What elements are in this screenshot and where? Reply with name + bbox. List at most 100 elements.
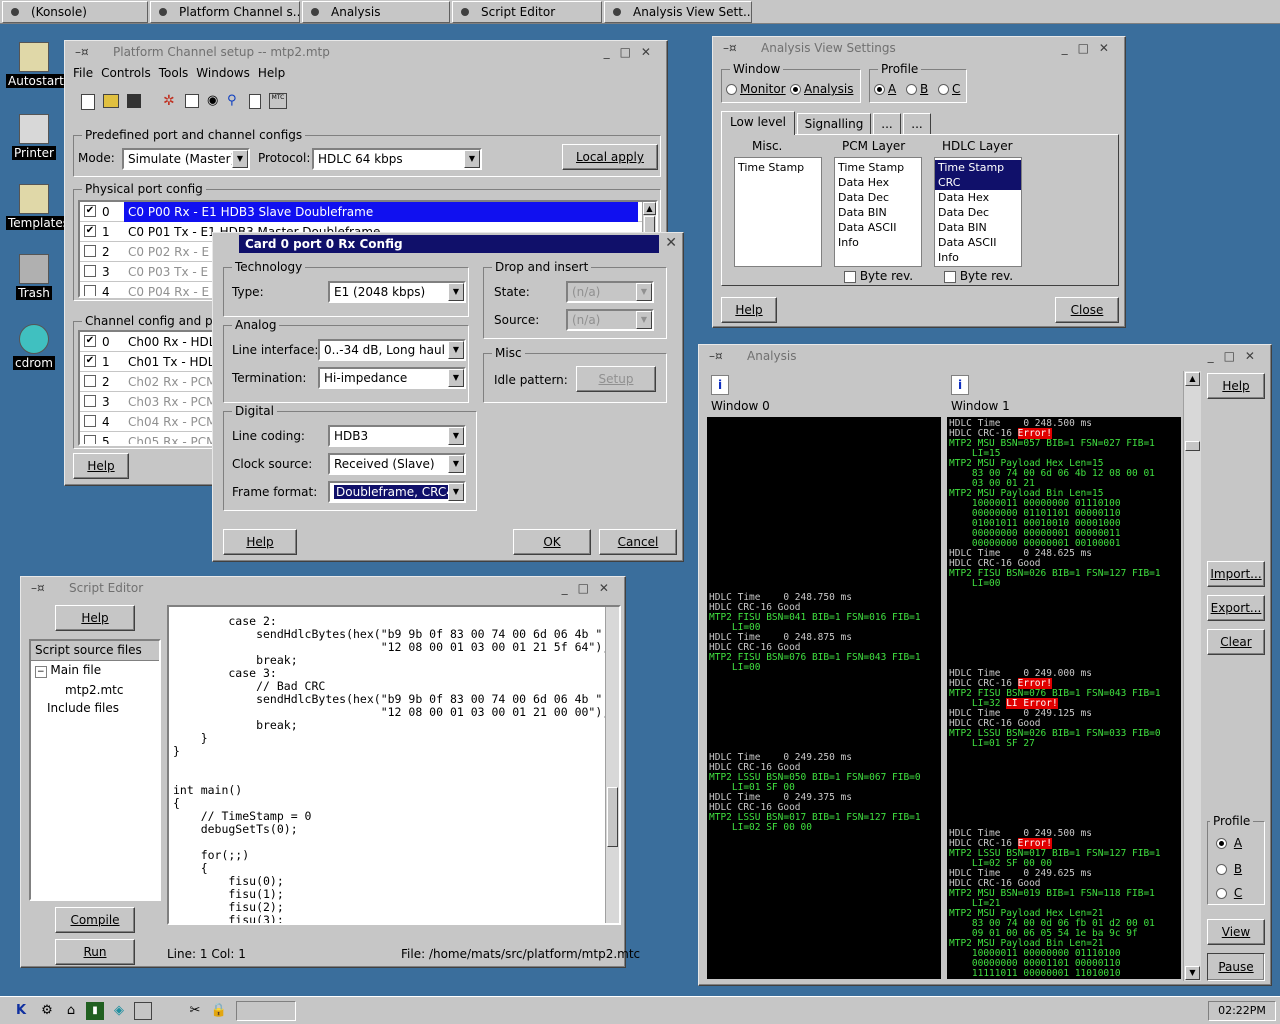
profile-b-radio[interactable]: B <box>1216 862 1242 876</box>
pin-icon[interactable]: –¤ <box>31 577 45 599</box>
setup-button[interactable]: Setup <box>576 366 656 392</box>
frame-format-select[interactable]: Doubleframe, CRC4 ▼ <box>328 481 466 503</box>
desktop-icon-templates[interactable]: Templates <box>6 184 72 230</box>
tab-low-level[interactable]: Low level <box>721 111 795 135</box>
pin-icon[interactable]: –¤ <box>723 37 737 59</box>
view-button[interactable]: View <box>1207 919 1265 945</box>
checkbox-icon[interactable] <box>84 265 96 277</box>
list-item[interactable]: Data Dec <box>838 190 918 205</box>
export-button[interactable]: Export... <box>1207 595 1265 621</box>
line-interface-select[interactable]: 0..-34 dB, Long haul ▼ <box>318 339 466 361</box>
task-view-settings[interactable]: Analysis View Sett... <box>604 1 752 23</box>
mode-select[interactable]: Simulate (Master) ▼ <box>122 148 250 170</box>
window-titlebar[interactable]: –¤ Script Editor _□✕ <box>21 577 625 599</box>
desktop-icon-trash[interactable]: Trash <box>6 254 62 300</box>
pager[interactable] <box>236 1001 296 1021</box>
list-item[interactable]: Data BIN <box>838 205 918 220</box>
list-item[interactable]: Info <box>838 235 918 250</box>
task-konsole[interactable]: (Konsole) <box>2 1 148 23</box>
hdlc-list[interactable]: Time Stamp CRC Data Hex Data Dec Data BIN Dat… <box>934 157 1022 267</box>
line-coding-select[interactable]: HDB3 ▼ <box>328 425 466 447</box>
info-icon[interactable]: i <box>951 375 969 395</box>
window-titlebar[interactable]: –¤ Platform Channel setup -- mtp2.mtp _□✕ <box>65 41 667 63</box>
clock-source-select[interactable]: Received (Slave) ▼ <box>328 453 466 475</box>
profile-b-radio[interactable]: B <box>906 82 928 96</box>
checkbox-icon[interactable]: ✔ <box>84 225 96 237</box>
pin-icon[interactable]: –¤ <box>75 41 89 63</box>
checkbox-icon[interactable] <box>84 395 96 407</box>
checkbox-icon[interactable]: ✔ <box>84 205 96 217</box>
help-button[interactable]: Help <box>1207 373 1265 399</box>
hdlc-byte-rev-checkbox[interactable]: Byte rev. <box>944 269 1013 283</box>
list-item[interactable]: Data Hex <box>938 190 1018 205</box>
kde-menu-icon[interactable]: K <box>12 1002 30 1020</box>
list-item[interactable]: Data ASCII <box>838 220 918 235</box>
pcm-list[interactable]: Time Stamp Data Hex Data Dec Data BIN Data A… <box>834 157 922 267</box>
code-editor[interactable]: case 2: sendHdlcBytes(hex("b9 9b 0f 83 0… <box>167 605 621 925</box>
list-item[interactable]: Time Stamp <box>838 160 918 175</box>
bug-icon[interactable]: ✲ <box>163 94 177 108</box>
help-button[interactable]: Help <box>55 605 135 631</box>
scissors-icon[interactable]: ✂ <box>186 1002 204 1020</box>
list-item[interactable]: Data Hex <box>838 175 918 190</box>
document-icon[interactable] <box>249 94 261 109</box>
checkbox-icon[interactable] <box>84 285 96 296</box>
terminal-icon[interactable]: ▮ <box>86 1002 104 1020</box>
import-button[interactable]: Import... <box>1207 561 1265 587</box>
list-item[interactable]: Time Stamp <box>935 160 1021 175</box>
window-titlebar[interactable]: –¤ Analysis _□✕ <box>699 345 1271 367</box>
local-apply-button[interactable]: Local apply <box>562 144 658 170</box>
clear-button[interactable]: Clear <box>1207 629 1265 655</box>
new-file-icon[interactable] <box>81 94 95 110</box>
menu-controls[interactable]: Controls <box>101 66 151 80</box>
scroll-up-icon[interactable]: ▲ <box>643 202 656 215</box>
mtc-icon[interactable]: MTC <box>269 93 287 109</box>
close-button[interactable]: Close <box>1055 297 1119 323</box>
task-analysis[interactable]: Analysis <box>302 1 450 23</box>
scroll-up-icon[interactable]: ▲ <box>1185 372 1200 386</box>
profile-c-radio[interactable]: C <box>1216 886 1242 900</box>
window0-trace[interactable]: HDLC Time 0 248.750 ms HDLC CRC-16 Good MT… <box>707 417 941 979</box>
tree-item-mtp2[interactable]: mtp2.mtc <box>35 681 159 699</box>
window-controls[interactable]: _□✕ <box>1062 37 1119 59</box>
list-item[interactable]: Data BIN <box>938 220 1018 235</box>
list-item[interactable]: Data Dec <box>938 205 1018 220</box>
run-button[interactable]: Run <box>55 939 135 965</box>
menu-tools[interactable]: Tools <box>159 66 189 80</box>
type-select[interactable]: E1 (2048 kbps) ▼ <box>328 281 466 303</box>
checkbox-icon[interactable] <box>84 375 96 387</box>
open-folder-icon[interactable] <box>103 94 119 108</box>
pause-button[interactable]: Pause <box>1207 953 1265 981</box>
dialog-titlebar[interactable]: Card 0 port 0 Rx Config <box>239 235 659 253</box>
tab-more-1[interactable]: ... <box>873 113 901 135</box>
list-item[interactable]: CRC <box>935 175 1021 190</box>
close-icon[interactable]: ✕ <box>665 235 677 251</box>
misc-list[interactable]: Time Stamp <box>734 157 822 267</box>
checkbox-icon[interactable] <box>84 415 96 427</box>
menu-file[interactable]: File <box>73 66 93 80</box>
menu-windows[interactable]: Windows <box>196 66 250 80</box>
list-item[interactable]: Data ASCII <box>938 235 1018 250</box>
help-button[interactable]: Help <box>721 297 777 323</box>
trace-scrollbar[interactable]: ▲ ▼ <box>1183 371 1201 981</box>
code-vscrollbar[interactable] <box>605 607 619 923</box>
info-icon[interactable]: i <box>711 375 729 395</box>
save-icon[interactable] <box>127 94 141 108</box>
list-item[interactable]: Time Stamp <box>738 160 818 175</box>
checkbox-icon[interactable]: ✔ <box>84 355 96 367</box>
window-controls[interactable]: _□✕ <box>562 577 619 599</box>
pin-icon[interactable]: –¤ <box>709 345 723 367</box>
cancel-button[interactable]: Cancel <box>599 529 677 555</box>
monitor-radio[interactable]: Monitor <box>726 82 786 96</box>
scroll-thumb[interactable] <box>607 787 618 847</box>
lock-icon[interactable]: 🔒 <box>210 1002 228 1020</box>
desktop-icon[interactable] <box>134 1002 152 1020</box>
desktop-icon-cdrom[interactable]: cdrom <box>6 324 62 370</box>
checkbox-icon[interactable] <box>84 435 96 444</box>
protocol-select[interactable]: HDLC 64 kbps ▼ <box>312 148 482 170</box>
tab-more-2[interactable]: ... <box>903 113 931 135</box>
help-button[interactable]: Help <box>73 453 129 479</box>
menu-help[interactable]: Help <box>258 66 285 80</box>
window-controls[interactable]: _□✕ <box>604 41 661 63</box>
desktop-icon-autostart[interactable]: Autostart <box>6 42 66 88</box>
